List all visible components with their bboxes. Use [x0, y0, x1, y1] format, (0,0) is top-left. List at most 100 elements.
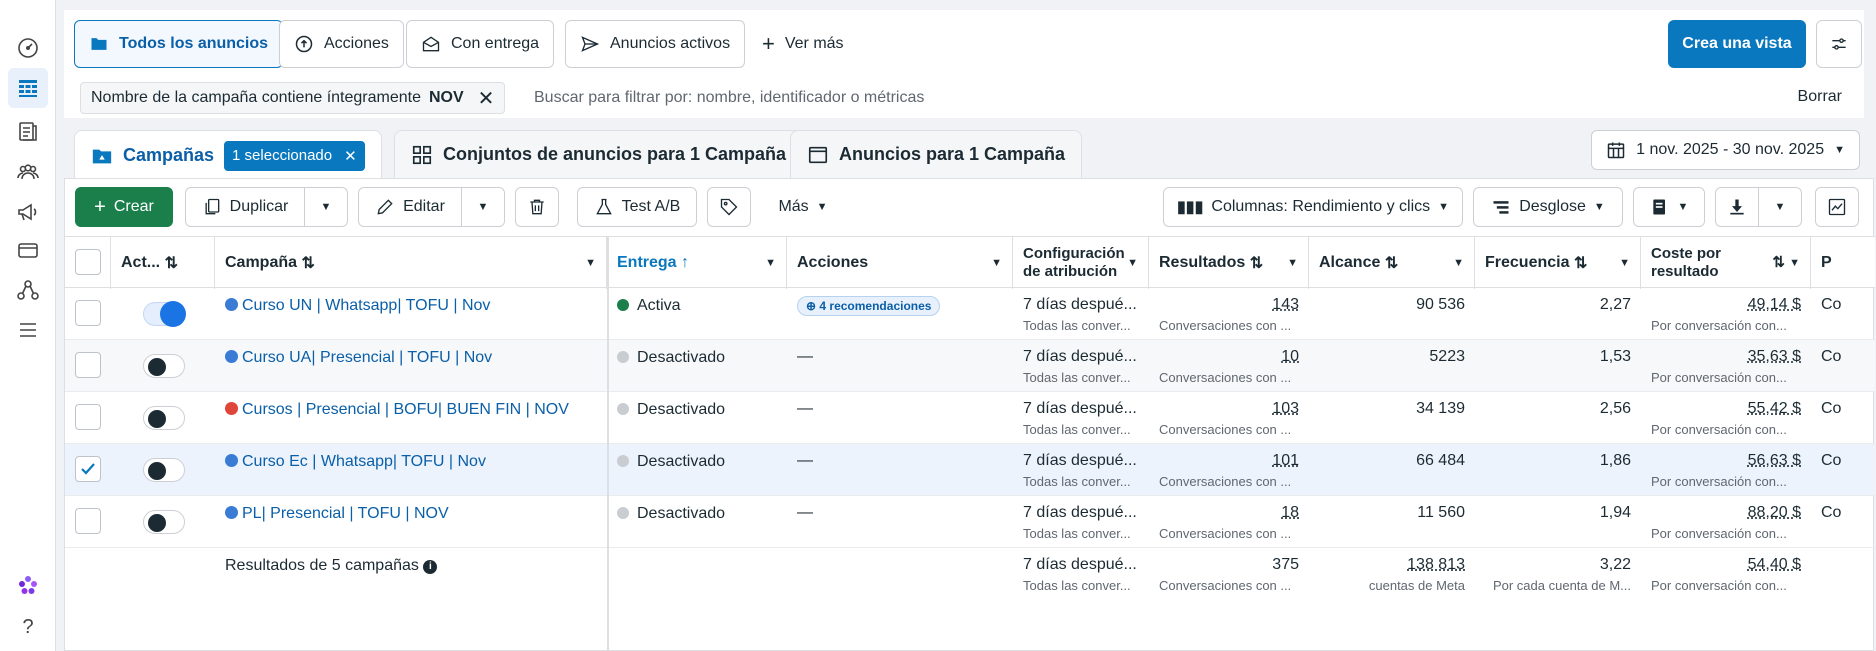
billing-card-icon[interactable]: [8, 230, 48, 270]
more-views-button[interactable]: + Ver más: [748, 20, 858, 68]
chevron-down-icon: ▼: [585, 257, 596, 269]
meta-ai-flower-icon[interactable]: [8, 565, 48, 605]
export-dropdown[interactable]: ▼: [1758, 187, 1802, 227]
edit-button[interactable]: Editar: [358, 187, 462, 227]
charts-button[interactable]: [1815, 187, 1859, 227]
campaign-name-link[interactable]: Cursos | Presencial | BOFU| BUEN FIN | N…: [242, 401, 569, 418]
header-attribution[interactable]: Configuración de atribución ▼: [1013, 237, 1149, 289]
campaign-toggle[interactable]: [143, 301, 186, 327]
columns-button[interactable]: ▮▮▮ Columnas: Rendimiento y clics ▼: [1163, 187, 1463, 227]
more-button[interactable]: Más ▼: [763, 187, 843, 227]
campaign-name-link[interactable]: PL| Presencial | TOFU | NOV: [242, 505, 449, 522]
row-checkbox[interactable]: [75, 352, 101, 378]
clear-filters-link[interactable]: Borrar: [1798, 88, 1842, 106]
results-value[interactable]: 143: [1272, 296, 1299, 313]
info-icon[interactable]: i: [423, 560, 438, 574]
grid-icon: [412, 145, 432, 164]
totals-reach-value[interactable]: 138 813: [1407, 556, 1465, 573]
ab-test-button[interactable]: Test A/B: [577, 187, 697, 227]
duplicate-dropdown[interactable]: ▼: [304, 187, 348, 227]
cost-value[interactable]: 55,42 $: [1748, 400, 1801, 417]
cost-value[interactable]: 35,63 $: [1748, 348, 1801, 365]
campaign-toggle[interactable]: [143, 354, 185, 378]
dashboard-gauge-icon[interactable]: [8, 28, 48, 68]
tab-delivering[interactable]: Con entrega: [406, 20, 555, 68]
header-delivery[interactable]: Entrega ↑ ▼: [607, 237, 787, 289]
campaign-name-link[interactable]: Curso Ec | Whatsapp| TOFU | Nov: [242, 453, 486, 470]
create-button[interactable]: + Crear: [75, 187, 173, 227]
cost-sub: Por conversación con...: [1651, 318, 1787, 333]
header-active[interactable]: Act... ⇅: [111, 237, 215, 289]
campaign-toggle[interactable]: [143, 510, 185, 534]
campaigns-table-icon[interactable]: [8, 68, 48, 108]
help-icon[interactable]: ?: [8, 607, 48, 647]
reports-button[interactable]: ▼: [1633, 187, 1705, 227]
tab-adsets[interactable]: Conjuntos de anuncios para 1 Campaña: [394, 130, 804, 178]
tab-actions[interactable]: Acciones: [279, 20, 404, 68]
search-filter-input[interactable]: [534, 82, 1734, 114]
tab-ads[interactable]: Anuncios para 1 Campaña: [790, 130, 1083, 178]
attribution-sub: Todas las conver...: [1023, 318, 1131, 333]
campaign-cell: Curso Ec | Whatsapp| TOFU | Nov: [215, 444, 607, 496]
create-view-button[interactable]: Crea una vista: [1668, 20, 1806, 68]
row-checkbox[interactable]: [75, 456, 101, 482]
close-icon[interactable]: ✕: [478, 86, 495, 111]
selection-chip[interactable]: 1 seleccionado ✕: [224, 140, 365, 171]
date-range-picker[interactable]: 1 nov. 2025 - 30 nov. 2025 ▼: [1591, 130, 1860, 170]
row-checkbox[interactable]: [75, 508, 101, 534]
results-value[interactable]: 103: [1272, 400, 1299, 417]
cost-value[interactable]: 49,14 $: [1748, 296, 1801, 313]
results-value[interactable]: 18: [1281, 504, 1299, 521]
header-results[interactable]: Resultados ⇅ ▼: [1149, 237, 1309, 289]
row-checkbox[interactable]: [75, 300, 101, 326]
menu-icon[interactable]: [8, 310, 48, 350]
tab-active-ads[interactable]: Anuncios activos: [565, 20, 746, 68]
duplicate-button[interactable]: Duplicar: [185, 187, 305, 227]
recommendations-badge[interactable]: ⊕ 4 recomendaciones: [797, 296, 941, 316]
header-actions[interactable]: Acciones ▼: [787, 237, 1013, 289]
audiences-icon[interactable]: [8, 152, 48, 192]
tag-button[interactable]: [707, 187, 751, 227]
table-row[interactable]: PL| Presencial | TOFU | NOV Desactivado …: [65, 496, 1875, 548]
header-campaign-label: Campaña: [225, 254, 298, 271]
header-attribution-line1: Configuración: [1023, 245, 1125, 262]
edit-dropdown[interactable]: ▼: [461, 187, 505, 227]
results-sub: Conversaciones con ...: [1159, 370, 1292, 385]
results-value[interactable]: 10: [1281, 348, 1299, 365]
header-campaign[interactable]: Campaña ⇅ ▼: [215, 237, 607, 289]
header-cost-per-result[interactable]: Coste por resultado ⇅ ▼: [1641, 237, 1811, 289]
table-row[interactable]: Cursos | Presencial | BOFU| BUEN FIN | N…: [65, 392, 1875, 444]
export-button[interactable]: [1715, 187, 1759, 227]
cost-value[interactable]: 88,20 $: [1748, 504, 1801, 521]
select-all-checkbox[interactable]: [75, 249, 101, 275]
tab-campaigns[interactable]: Campañas 1 seleccionado ✕: [74, 130, 382, 180]
pages-icon[interactable]: [8, 112, 48, 152]
header-next-column[interactable]: P: [1811, 237, 1875, 289]
megaphone-icon[interactable]: [8, 192, 48, 232]
chevron-down-icon: ▼: [816, 201, 828, 213]
events-manager-icon[interactable]: [8, 270, 48, 310]
view-settings-button[interactable]: [1816, 20, 1862, 68]
breakdown-button[interactable]: Desglose ▼: [1473, 187, 1623, 227]
campaign-name-link[interactable]: Curso UN | Whatsapp| TOFU | Nov: [242, 297, 490, 314]
totals-cost-value[interactable]: 54,40 $: [1748, 556, 1801, 573]
close-icon[interactable]: ✕: [344, 147, 357, 165]
table-row[interactable]: Curso UN | Whatsapp| TOFU | Nov Activa ⊕…: [65, 288, 1875, 340]
campaign-toggle[interactable]: [143, 458, 185, 482]
cost-value[interactable]: 56,63 $: [1748, 452, 1801, 469]
next-column-value: Co: [1821, 296, 1842, 313]
results-value[interactable]: 101: [1272, 452, 1299, 469]
delete-button[interactable]: [515, 187, 559, 227]
columns-label: Columnas: Rendimiento y clics: [1211, 198, 1431, 215]
header-frequency[interactable]: Frecuencia ⇅ ▼: [1475, 237, 1641, 289]
table-row[interactable]: Curso UA| Presencial | TOFU | Nov Desact…: [65, 340, 1875, 392]
campaign-toggle[interactable]: [143, 406, 185, 430]
attribution-cell: 7 días despué... Todas las conver...: [1013, 496, 1149, 548]
table-row[interactable]: Curso Ec | Whatsapp| TOFU | Nov Desactiv…: [65, 444, 1875, 496]
header-reach[interactable]: Alcance ⇅ ▼: [1309, 237, 1475, 289]
tab-all-ads[interactable]: Todos los anuncios: [74, 20, 284, 68]
campaign-name-link[interactable]: Curso UA| Presencial | TOFU | Nov: [242, 349, 492, 366]
filter-chip[interactable]: Nombre de la campaña contiene íntegramen…: [80, 82, 506, 114]
row-checkbox[interactable]: [75, 404, 101, 430]
chevron-down-icon: ▼: [1287, 257, 1298, 269]
